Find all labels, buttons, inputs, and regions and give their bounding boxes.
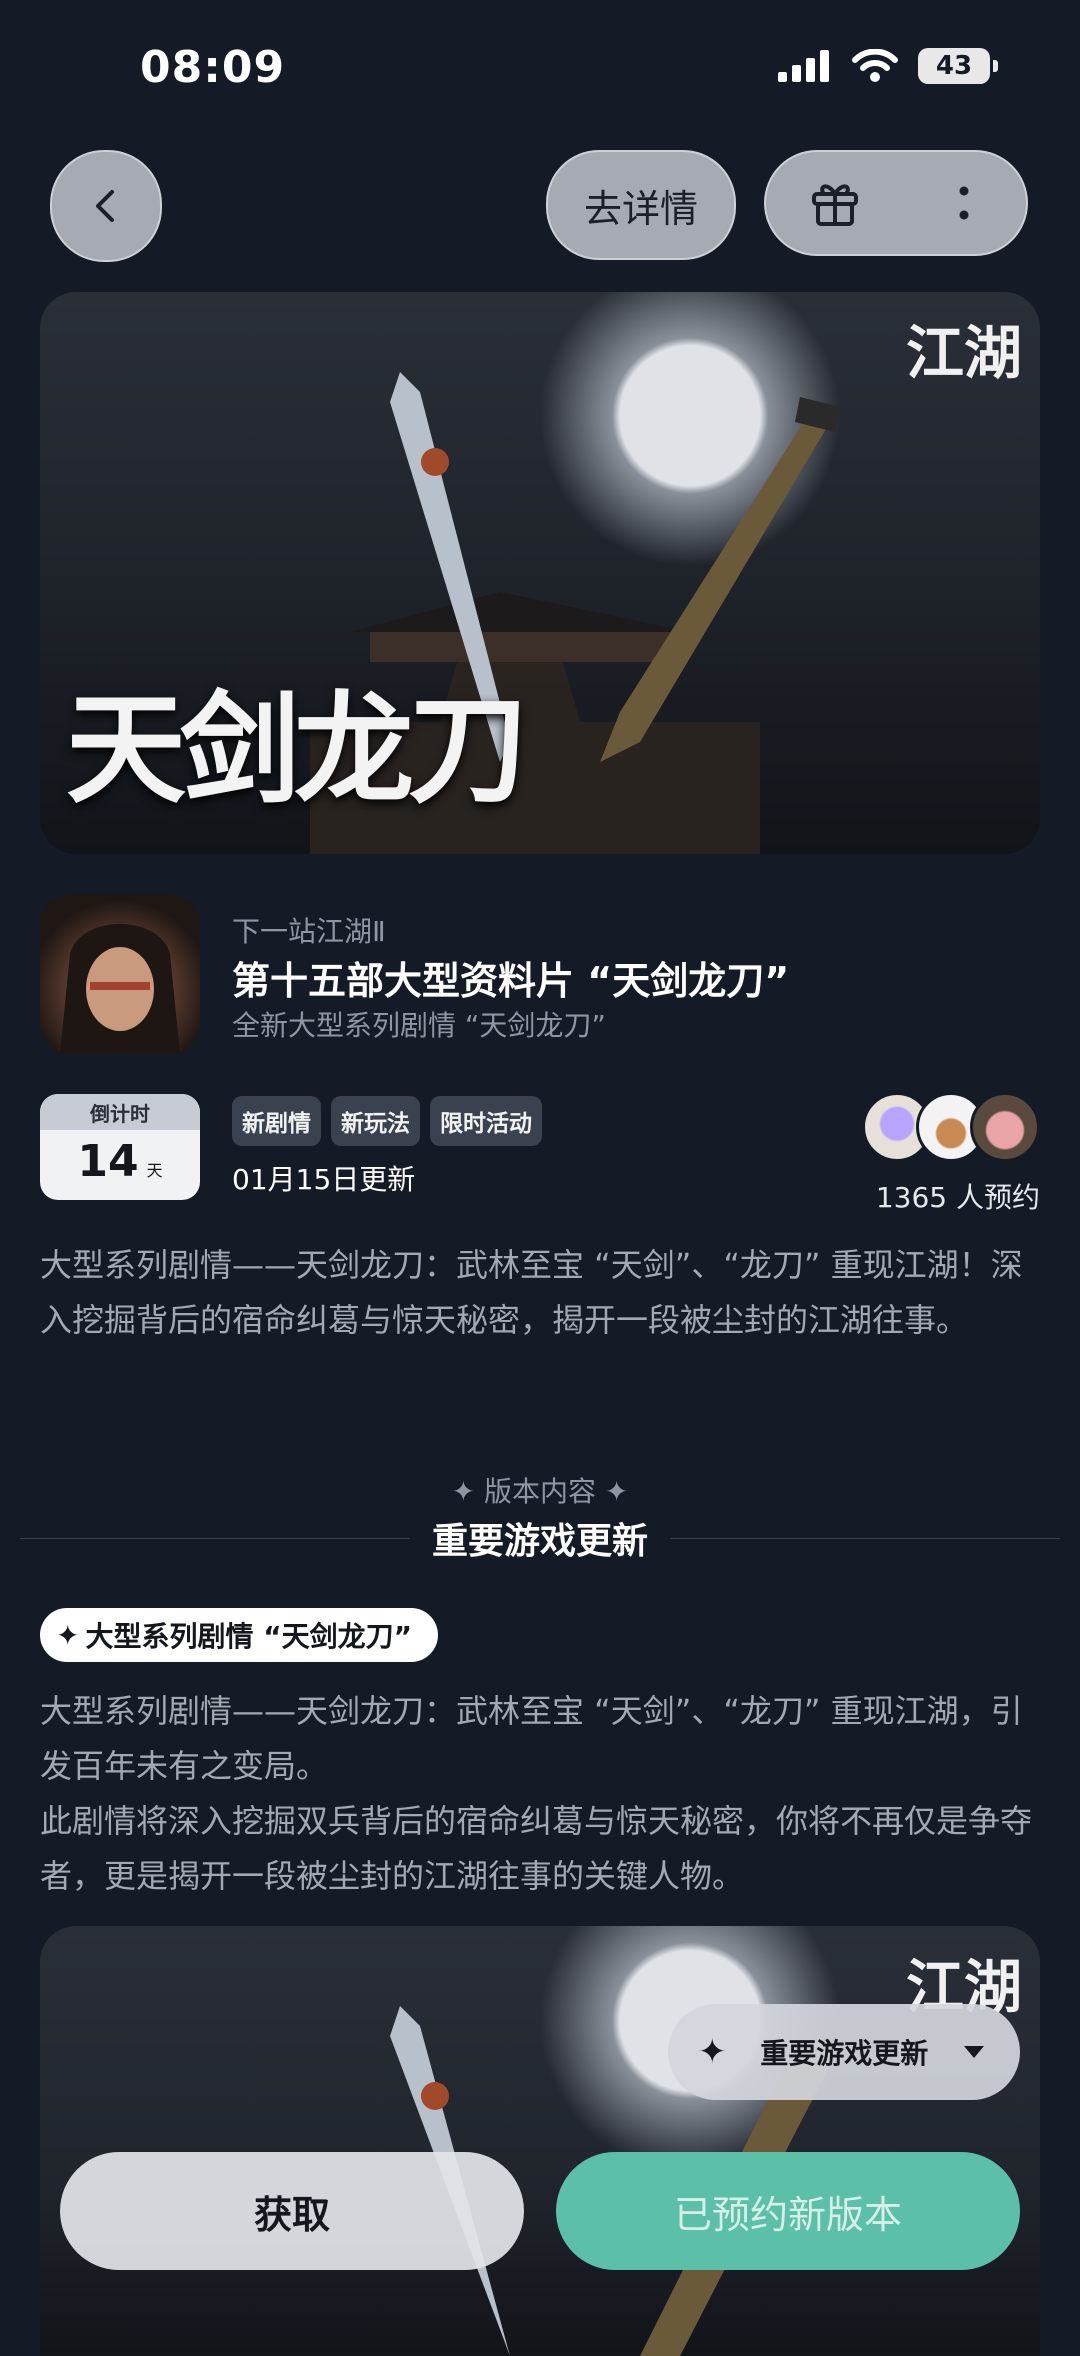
sparkle-icon: ✦ — [596, 1475, 629, 1508]
countdown-badge: 倒计时 14 天 — [40, 1094, 200, 1200]
character-portrait — [60, 924, 180, 1054]
signal-icon — [778, 50, 829, 82]
section-header: 重要游戏更新 — [20, 1512, 1061, 1564]
hero-banner[interactable]: 天剑龙刀 江湖 — [40, 292, 1040, 854]
status-time: 08:09 — [140, 42, 286, 93]
reservation-count: 1365 人预约 — [875, 1181, 1040, 1214]
app-subtitle: 全新大型系列剧情 “天剑龙刀” — [232, 1009, 606, 1042]
feature-chip-label: 大型系列剧情 “天剑龙刀” — [85, 1620, 413, 1653]
wifi-icon — [852, 49, 898, 82]
divider — [670, 1537, 1061, 1539]
section-selector[interactable]: ✦ 重要游戏更新 — [668, 2004, 1020, 2100]
reserved-button[interactable]: 已预约新版本 — [556, 2152, 1020, 2270]
caret-down-icon — [963, 2046, 984, 2058]
get-button[interactable]: 获取 — [60, 2152, 524, 2270]
feature-paragraph-1: 大型系列剧情——天剑龙刀：武林至宝 “天剑”、“龙刀” 重现江湖，引发百年未有之… — [40, 1692, 1023, 1785]
feature-chip: ✦ 大型系列剧情 “天剑龙刀” — [40, 1608, 439, 1662]
tag-list: 新剧情 新玩法 限时活动 — [232, 1096, 542, 1146]
section-label: ✦ 版本内容 ✦ — [451, 1475, 629, 1508]
battery-indicator: 43 — [918, 48, 998, 84]
back-button[interactable] — [50, 150, 162, 262]
tag-new-gameplay: 新玩法 — [331, 1096, 420, 1146]
sparkle-icon: ✦ — [698, 2032, 727, 2072]
section-selector-label: 重要游戏更新 — [760, 2037, 929, 2070]
countdown-days: 14 — [77, 1136, 139, 1187]
countdown-unit: 天 — [146, 1161, 163, 1180]
app-title: 第十五部大型资料片 “天剑龙刀” — [232, 959, 790, 1003]
app-icon[interactable] — [40, 894, 200, 1054]
update-date: 01月15日更新 — [232, 1163, 416, 1196]
gift-icon[interactable] — [808, 176, 862, 230]
sparkle-icon: ✦ — [451, 1475, 484, 1508]
feature-paragraph-2: 此剧情将深入挖掘双兵背后的宿命纠葛与惊天秘密，你将不再仅是争夺者，更是揭开一段被… — [40, 1802, 1033, 1895]
gift-and-more-group — [764, 150, 1028, 256]
tag-new-story: 新剧情 — [232, 1096, 321, 1146]
reservation-avatars — [862, 1092, 1040, 1162]
swords-illustration — [390, 2006, 840, 2356]
app-publisher: 下一站江湖Ⅱ — [232, 915, 386, 948]
divider — [20, 1537, 410, 1539]
countdown-label: 倒计时 — [40, 1094, 200, 1130]
feature-image: 江湖 — [40, 1926, 1040, 2356]
section-title: 重要游戏更新 — [432, 1521, 649, 1562]
chevron-left-icon — [96, 190, 114, 222]
more-vertical-icon[interactable] — [958, 183, 970, 223]
banner-title: 天剑龙刀 — [66, 679, 528, 820]
sparkle-icon: ✦ — [56, 1618, 80, 1652]
game-logo: 江湖 — [905, 319, 1022, 387]
status-icons: 43 — [778, 48, 998, 84]
app-description: 大型系列剧情——天剑龙刀：武林至宝 “天剑”、“龙刀” 重现江湖！深入挖掘背后的… — [40, 1246, 1023, 1339]
avatar — [970, 1092, 1040, 1162]
tag-limited-event: 限时活动 — [430, 1096, 542, 1146]
go-detail-button[interactable]: 去详情 — [546, 150, 736, 260]
